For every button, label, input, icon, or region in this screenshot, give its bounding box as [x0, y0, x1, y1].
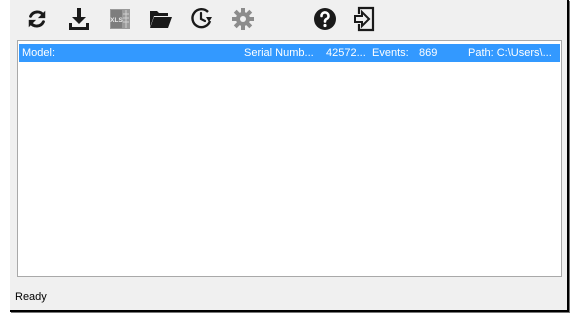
- open-folder-button[interactable]: [146, 5, 176, 33]
- serial-label: Serial Numb...: [244, 47, 314, 59]
- events-label: Events:: [372, 47, 409, 59]
- events-value: 869: [419, 47, 438, 59]
- history-button[interactable]: [187, 5, 217, 33]
- open-folder-icon: [150, 11, 172, 28]
- settings-gear-icon: [232, 8, 254, 30]
- help-button[interactable]: [310, 5, 340, 33]
- toolbar: XLS: [10, 0, 567, 37]
- refresh-icon: [28, 10, 46, 28]
- history-clock-icon: [191, 7, 212, 29]
- download-button[interactable]: [64, 5, 94, 33]
- status-bar: Ready: [10, 282, 567, 310]
- settings-button[interactable]: [228, 5, 258, 33]
- device-row[interactable]: Model: Serial Numb... 42572... Events: 8…: [19, 44, 560, 62]
- xls-badge: XLS: [110, 17, 123, 24]
- exit-button[interactable]: [350, 5, 380, 33]
- excel-export-icon: XLS: [110, 9, 130, 29]
- serial-value: 42572...: [326, 47, 366, 59]
- exit-icon: [354, 6, 375, 32]
- download-icon: [69, 8, 89, 30]
- status-text: Ready: [15, 291, 47, 303]
- help-icon: [314, 8, 336, 30]
- main-window: XLS Model: Serial Numb... 42572... Event…: [10, 0, 569, 312]
- export-excel-button[interactable]: XLS: [105, 5, 135, 33]
- path-text: Path: C:\Users\...: [468, 47, 552, 59]
- device-list[interactable]: Model: Serial Numb... 42572... Events: 8…: [17, 40, 562, 277]
- model-label: Model:: [22, 47, 56, 59]
- refresh-button[interactable]: [22, 5, 52, 33]
